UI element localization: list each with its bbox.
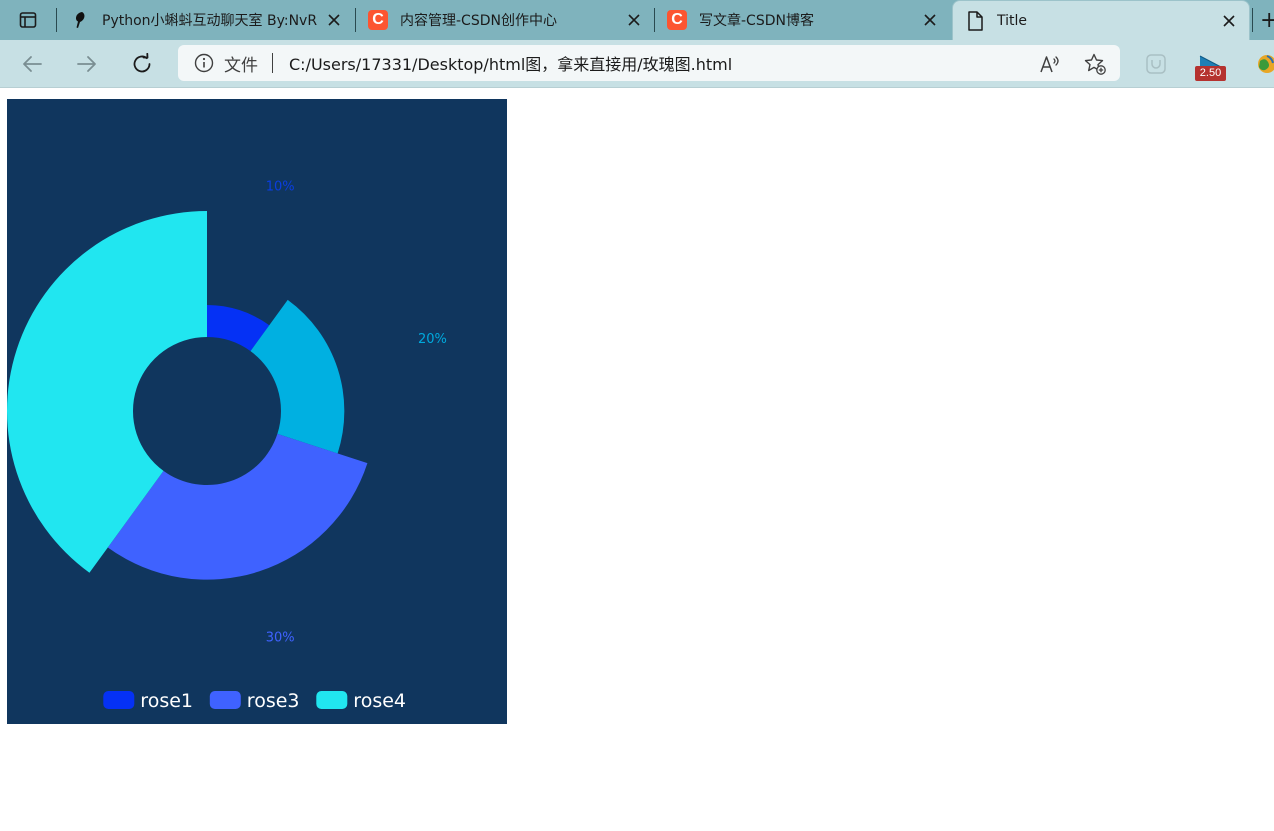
legend-label: rose1	[140, 690, 193, 712]
add-favorite-icon[interactable]	[1083, 52, 1107, 76]
refresh-button[interactable]	[126, 48, 158, 80]
tab-csdn-write[interactable]: C 写文章-CSDN博客	[655, 0, 950, 40]
tab-title: Python小蝌蚪互动聊天室 By:NvR	[102, 13, 318, 29]
tab-csdn-content[interactable]: C 内容管理-CSDN创作中心	[356, 0, 654, 40]
back-button[interactable]	[16, 48, 48, 80]
tab-python-chatroom[interactable]: Python小蝌蚪互动聊天室 By:NvR	[58, 0, 354, 40]
collections-extension-icon[interactable]	[1144, 52, 1168, 76]
csdn-c-icon: C	[667, 10, 687, 30]
feather-icon	[70, 10, 90, 30]
tab-title: 内容管理-CSDN创作中心	[400, 13, 557, 29]
extension-badge: 2.50	[1195, 66, 1226, 81]
address-divider	[272, 53, 273, 73]
address-bar[interactable]: 文件 C:/Users/17331/Desktop/html图，拿来直接用/玫瑰…	[178, 45, 1120, 81]
tab-title: 写文章-CSDN博客	[699, 13, 814, 29]
legend-item-rose3[interactable]: rose3	[209, 690, 300, 712]
close-tab-icon[interactable]	[320, 6, 348, 34]
read-aloud-icon[interactable]	[1038, 52, 1062, 76]
address-scheme-label: 文件	[224, 55, 258, 76]
plus-icon: +	[1260, 7, 1274, 33]
rose-chart: 10% 20% 30% rose1 rose3 rose4	[7, 180, 447, 712]
back-arrow-icon	[23, 56, 42, 72]
tab-separator	[56, 8, 57, 32]
globe-extension-icon[interactable]	[1254, 52, 1274, 76]
legend-swatch	[103, 691, 135, 709]
browser-toolbar: 文件 C:/Users/17331/Desktop/html图，拿来直接用/玫瑰…	[0, 40, 1274, 88]
close-tab-icon[interactable]	[620, 6, 648, 34]
address-url[interactable]: C:/Users/17331/Desktop/html图，拿来直接用/玫瑰图.h…	[289, 51, 732, 75]
legend-item-rose1[interactable]: rose1	[103, 690, 193, 712]
tab-title: Title	[997, 13, 1028, 29]
close-tab-icon[interactable]	[1215, 7, 1243, 35]
tab-actions-icon	[19, 12, 37, 28]
legend-swatch	[316, 691, 348, 709]
refresh-icon	[133, 53, 151, 73]
new-tab-button[interactable]: +	[1252, 6, 1274, 34]
tab-strip: Python小蝌蚪互动聊天室 By:NvR C 内容管理-CSDN创作中心 C …	[0, 0, 1274, 41]
tab-title-active[interactable]: Title	[952, 0, 1250, 41]
rose-chart-panel: 10% 20% 30% rose1 rose3 rose4	[7, 99, 507, 724]
legend-item-rose4[interactable]: rose4	[316, 690, 406, 712]
slice-percent-label: 30%	[266, 630, 295, 645]
document-icon	[965, 11, 985, 31]
tab-actions-button[interactable]	[8, 6, 48, 34]
legend-label: rose4	[353, 690, 406, 712]
csdn-c-icon: C	[368, 10, 388, 30]
close-tab-icon[interactable]	[916, 6, 944, 34]
site-info-icon[interactable]	[193, 52, 215, 74]
slice-percent-label: 20%	[418, 332, 447, 347]
legend-swatch	[209, 691, 241, 709]
forward-button[interactable]	[71, 48, 103, 80]
slice-percent-label: 10%	[266, 180, 295, 195]
legend-label: rose3	[247, 690, 300, 712]
forward-arrow-icon	[77, 56, 96, 72]
